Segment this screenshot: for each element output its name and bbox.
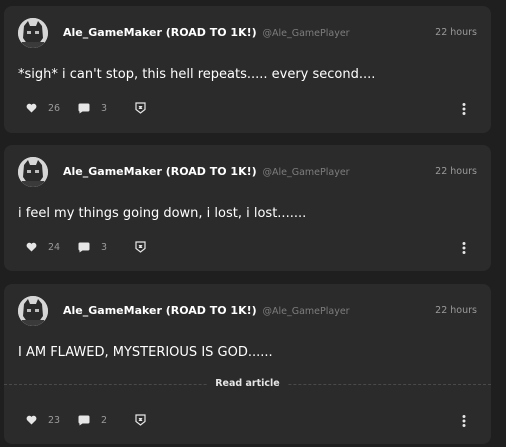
- read-article-link[interactable]: Read article: [207, 378, 288, 389]
- reward-icon: [135, 102, 146, 114]
- comment-button[interactable]: 3: [78, 240, 107, 254]
- post-text[interactable]: i feel my things going down, i lost, i l…: [18, 206, 306, 221]
- like-button[interactable]: 23: [26, 413, 60, 427]
- heart-icon: [26, 103, 37, 113]
- more-options-icon: [462, 242, 466, 254]
- post-feed: Ale_GameMaker (ROAD TO 1K!) @Ale_GamePla…: [0, 0, 506, 447]
- post-card[interactable]: Ale_GameMaker (ROAD TO 1K!) @Ale_GamePla…: [4, 284, 491, 444]
- like-button[interactable]: 26: [26, 101, 60, 115]
- post-time: 22 hours: [435, 27, 477, 38]
- read-article-link-wrap: Read article: [4, 378, 491, 389]
- author-handle[interactable]: @Ale_GamePlayer: [263, 28, 350, 39]
- comment-button[interactable]: 3: [78, 101, 107, 115]
- post-header: Ale_GameMaker (ROAD TO 1K!) @Ale_GamePla…: [18, 295, 477, 329]
- like-count: 24: [48, 241, 61, 253]
- like-button[interactable]: 24: [26, 240, 60, 254]
- more-options-button[interactable]: [459, 101, 469, 115]
- comment-count: 2: [101, 414, 108, 426]
- heart-icon: [26, 415, 37, 425]
- comment-bubble-icon: [78, 415, 90, 425]
- author-name[interactable]: Ale_GameMaker (ROAD TO 1K!): [63, 304, 257, 317]
- post-time: 22 hours: [435, 166, 477, 177]
- post-header: Ale_GameMaker (ROAD TO 1K!) @Ale_GamePla…: [18, 156, 477, 190]
- comment-bubble-icon: [78, 242, 90, 252]
- author-name[interactable]: Ale_GameMaker (ROAD TO 1K!): [63, 26, 257, 39]
- reward-button[interactable]: [135, 101, 146, 115]
- comment-count: 3: [101, 102, 108, 114]
- comment-button[interactable]: 2: [78, 413, 107, 427]
- post-text[interactable]: I AM FLAWED, MYSTERIOUS IS GOD......: [18, 345, 273, 360]
- comment-count: 3: [101, 241, 108, 253]
- comment-bubble-icon: [78, 103, 90, 113]
- post-card[interactable]: Ale_GameMaker (ROAD TO 1K!) @Ale_GamePla…: [4, 6, 491, 133]
- like-count: 23: [48, 414, 61, 426]
- author-line: Ale_GameMaker (ROAD TO 1K!) @Ale_GamePla…: [63, 165, 350, 178]
- post-actions: 23 2: [26, 413, 469, 427]
- reward-icon: [135, 414, 146, 426]
- more-options-button[interactable]: [459, 240, 469, 254]
- post-actions: 26 3: [26, 101, 469, 115]
- post-text[interactable]: *sigh* i can't stop, this hell repeats..…: [18, 67, 375, 82]
- reward-button[interactable]: [135, 413, 146, 427]
- more-options-icon: [462, 103, 466, 115]
- more-options-button[interactable]: [459, 413, 469, 427]
- like-count: 26: [48, 102, 61, 114]
- author-name[interactable]: Ale_GameMaker (ROAD TO 1K!): [63, 165, 257, 178]
- post-time: 22 hours: [435, 305, 477, 316]
- heart-icon: [26, 242, 37, 252]
- avatar[interactable]: [18, 18, 48, 48]
- post-header: Ale_GameMaker (ROAD TO 1K!) @Ale_GamePla…: [18, 17, 477, 51]
- avatar[interactable]: [18, 157, 48, 187]
- author-handle[interactable]: @Ale_GamePlayer: [263, 167, 350, 178]
- more-options-icon: [462, 415, 466, 427]
- author-handle[interactable]: @Ale_GamePlayer: [263, 306, 350, 317]
- author-line: Ale_GameMaker (ROAD TO 1K!) @Ale_GamePla…: [63, 304, 350, 317]
- post-card[interactable]: Ale_GameMaker (ROAD TO 1K!) @Ale_GamePla…: [4, 145, 491, 271]
- avatar[interactable]: [18, 296, 48, 326]
- reward-icon: [135, 241, 146, 253]
- author-line: Ale_GameMaker (ROAD TO 1K!) @Ale_GamePla…: [63, 26, 350, 39]
- reward-button[interactable]: [135, 240, 146, 254]
- post-actions: 24 3: [26, 240, 469, 254]
